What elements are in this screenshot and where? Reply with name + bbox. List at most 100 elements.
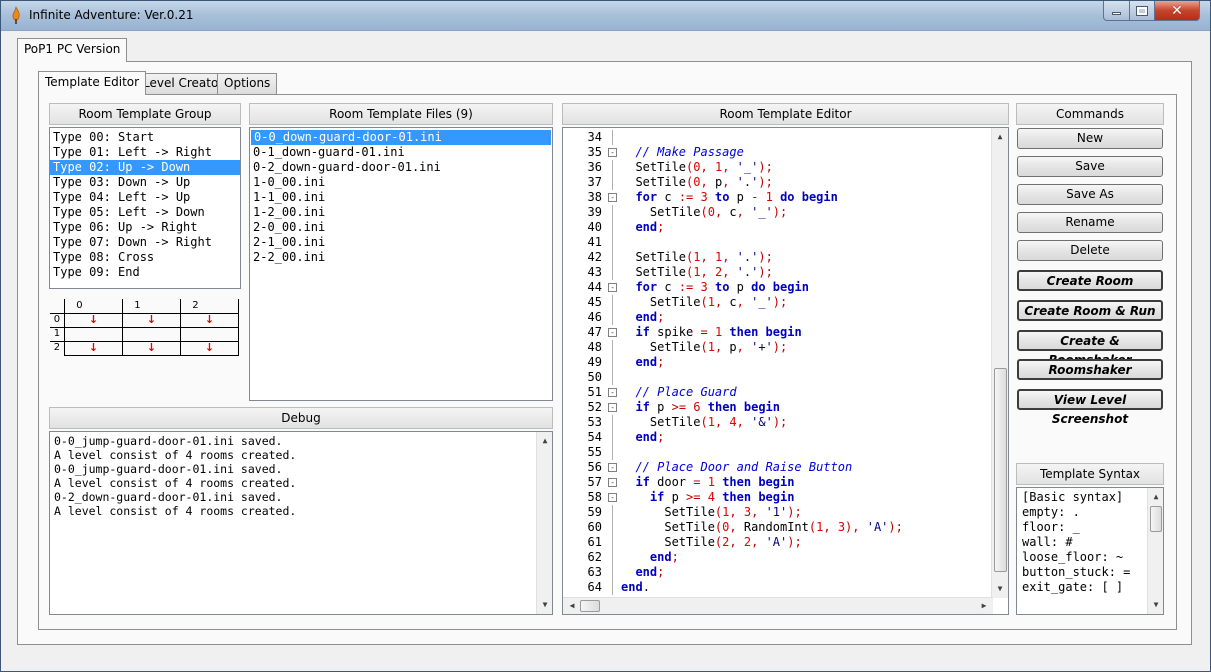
debug-log[interactable]: 0-0_jump-guard-door-01.ini saved. A leve… — [49, 431, 553, 615]
list-item[interactable]: 0-1_down-guard-01.ini — [250, 145, 552, 160]
line-number: 62 — [587, 550, 602, 564]
list-item[interactable]: 2-1_00.ini — [250, 235, 552, 250]
code-text: SetTile(1, p, '+'); — [621, 340, 788, 354]
tab-pop1-pc-version[interactable]: PoP1 PC Version — [17, 38, 128, 62]
line-number: 51 — [587, 385, 602, 399]
syntax-scrollbar[interactable]: ▲ ▼ — [1147, 488, 1163, 614]
fold-collapse-icon[interactable]: - — [608, 148, 617, 157]
minimize-icon — [1112, 12, 1121, 15]
room-template-group-list[interactable]: Type 00: Start Type 01: Left -> Right Ty… — [49, 127, 241, 289]
scroll-thumb[interactable] — [580, 600, 600, 612]
create-room-button[interactable]: Create Room — [1017, 270, 1163, 291]
list-item[interactable]: 0-2_down-guard-door-01.ini — [250, 160, 552, 175]
create-room-run-button[interactable]: Create Room & Run — [1017, 300, 1163, 321]
down-arrow-icon: ↓ — [204, 340, 215, 354]
debug-scrollbar[interactable]: ▲ ▼ — [536, 432, 552, 614]
roomshaker-button[interactable]: Roomshaker — [1017, 359, 1163, 380]
line-number: 42 — [587, 250, 602, 264]
list-item[interactable]: Type 03: Down -> Up — [50, 175, 240, 190]
tab-options[interactable]: Options — [217, 73, 278, 94]
minimize-button[interactable] — [1103, 1, 1130, 21]
fold-collapse-icon[interactable]: - — [608, 463, 617, 472]
code-text: if spike = 1 then begin — [635, 325, 802, 339]
scroll-left-icon[interactable]: ◀ — [565, 599, 579, 613]
debug-line: A level consist of 4 rooms created. — [54, 448, 297, 462]
list-item[interactable]: Type 01: Left -> Right — [50, 145, 240, 160]
list-item[interactable]: Type 05: Left -> Down — [50, 205, 240, 220]
list-item[interactable]: 2-2_00.ini — [250, 250, 552, 265]
tab-label: Template Editor — [45, 75, 140, 89]
scroll-up-icon[interactable]: ▲ — [993, 130, 1007, 144]
syntax-line: exit_gate: [ ] — [1022, 580, 1124, 594]
tab-label: PoP1 PC Version — [24, 42, 121, 56]
code-text: end; — [635, 565, 665, 579]
save-button[interactable]: Save — [1017, 156, 1163, 177]
scroll-down-icon[interactable]: ▼ — [1149, 598, 1163, 612]
new-button[interactable]: New — [1017, 128, 1163, 149]
code-text: SetTile(2, 2, 'A'); — [621, 535, 802, 549]
room-layout-grid: 0 1 2 0 ↓ ↓ ↓ 1 2 ↓ ↓ ↓ — [50, 299, 240, 356]
fold-collapse-icon[interactable]: - — [608, 388, 617, 397]
scroll-down-icon[interactable]: ▼ — [993, 582, 1007, 596]
list-item[interactable]: Type 09: End — [50, 265, 240, 280]
list-item[interactable]: Type 04: Left -> Up — [50, 190, 240, 205]
fold-collapse-icon[interactable]: - — [608, 478, 617, 487]
line-number: 61 — [587, 535, 602, 549]
debug-line: 0-2_down-guard-door-01.ini saved. — [54, 490, 283, 504]
code-text: for c := 3 to p - 1 do begin — [635, 190, 838, 204]
grid-row-header: 0 — [50, 312, 65, 328]
list-item[interactable]: 1-1_00.ini — [250, 190, 552, 205]
code-text: for c := 3 to p do begin — [635, 280, 809, 294]
list-item[interactable]: Type 08: Cross — [50, 250, 240, 265]
list-item-selected[interactable]: Type 02: Up -> Down — [50, 160, 240, 175]
line-number: 37 — [587, 175, 602, 189]
view-level-screenshot-button[interactable]: View Level Screenshot — [1017, 389, 1163, 426]
code-text: end; — [635, 310, 665, 324]
scroll-up-icon[interactable]: ▲ — [1149, 490, 1163, 504]
title-bar[interactable]: Infinite Adventure: Ver.0.21 ✕ — [1, 1, 1210, 31]
app-window: Infinite Adventure: Ver.0.21 ✕ PoP1 PC V… — [0, 0, 1211, 672]
fold-collapse-icon[interactable]: - — [608, 283, 617, 292]
line-number: 64 — [587, 580, 602, 594]
tab-label: Options — [224, 76, 271, 90]
grid-col-header: 0 — [63, 299, 94, 314]
scroll-thumb[interactable] — [1150, 506, 1162, 532]
list-item[interactable]: Type 07: Down -> Right — [50, 235, 240, 250]
delete-button[interactable]: Delete — [1017, 240, 1163, 261]
code-editor[interactable]: 34 35- // Make Passage 36 SetTile(0, 1, … — [562, 127, 1009, 615]
list-item[interactable]: 1-2_00.ini — [250, 205, 552, 220]
fold-collapse-icon[interactable]: - — [608, 193, 617, 202]
scroll-up-icon[interactable]: ▲ — [538, 434, 552, 448]
list-item-selected[interactable]: 0-0_down-guard-door-01.ini — [251, 130, 551, 145]
maximize-button[interactable] — [1129, 1, 1155, 21]
close-button[interactable]: ✕ — [1154, 1, 1200, 21]
scroll-thumb[interactable] — [994, 368, 1007, 572]
template-syntax-header: Template Syntax — [1016, 463, 1164, 485]
syntax-line: loose_floor: ~ — [1022, 550, 1124, 564]
line-number: 50 — [587, 370, 602, 384]
line-number: 63 — [587, 565, 602, 579]
fold-collapse-icon[interactable]: - — [608, 403, 617, 412]
tab-template-editor[interactable]: Template Editor — [38, 71, 147, 95]
editor-horizontal-scrollbar[interactable]: ◀ ▶ — [563, 597, 993, 614]
code-text: SetTile(1, 4, '&'); — [621, 415, 788, 429]
create-roomshaker-button[interactable]: Create & Roomshaker — [1017, 330, 1163, 367]
room-template-files-list[interactable]: 0-0_down-guard-door-01.ini 0-1_down-guar… — [249, 127, 553, 401]
syntax-line: button_stuck: = — [1022, 565, 1131, 579]
list-item[interactable]: 1-0_00.ini — [250, 175, 552, 190]
line-number: 49 — [587, 355, 602, 369]
template-syntax-box[interactable]: [Basic syntax] empty: . floor: _ wall: #… — [1016, 487, 1164, 615]
grid-col-header: 2 — [179, 299, 210, 314]
scroll-right-icon[interactable]: ▶ — [977, 599, 991, 613]
editor-vertical-scrollbar[interactable]: ▲ ▼ — [991, 128, 1008, 598]
list-item[interactable]: Type 06: Up -> Right — [50, 220, 240, 235]
save-as-button[interactable]: Save As — [1017, 184, 1163, 205]
rename-button[interactable]: Rename — [1017, 212, 1163, 233]
fold-collapse-icon[interactable]: - — [608, 493, 617, 502]
fold-collapse-icon[interactable]: - — [608, 328, 617, 337]
scroll-down-icon[interactable]: ▼ — [538, 598, 552, 612]
list-item[interactable]: 2-0_00.ini — [250, 220, 552, 235]
debug-line: A level consist of 4 rooms created. — [54, 504, 297, 518]
list-item[interactable]: Type 00: Start — [50, 130, 240, 145]
grid-col-header: 1 — [121, 299, 152, 314]
